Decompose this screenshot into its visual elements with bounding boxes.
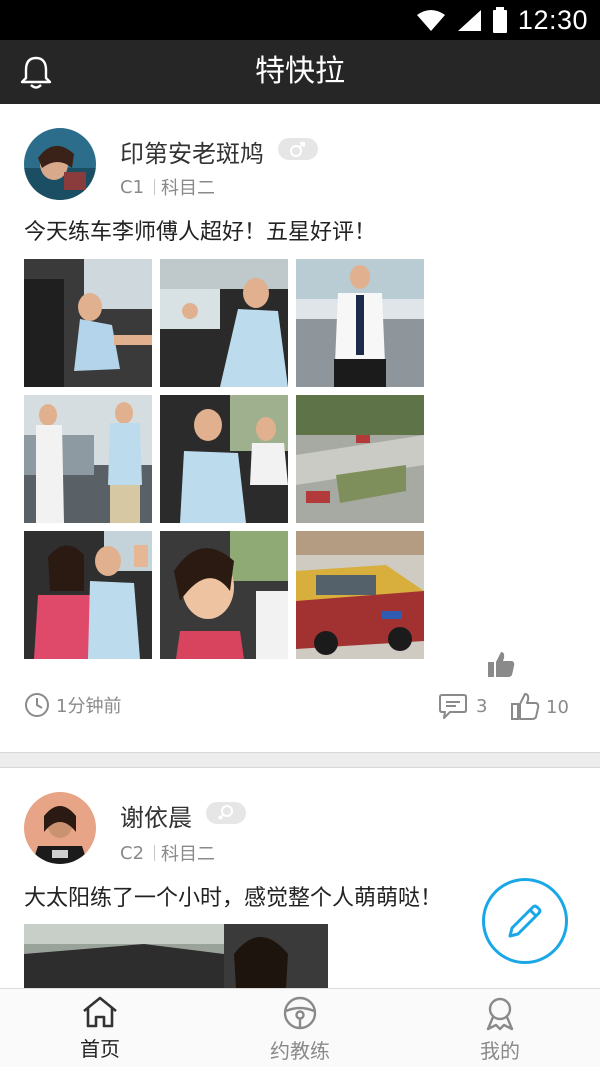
status-bar: 12:30	[0, 0, 600, 40]
avatar[interactable]	[24, 128, 96, 200]
license-info: C2 科目二	[120, 840, 215, 866]
avatar[interactable]	[24, 792, 96, 864]
post-time: 1分钟前	[24, 692, 121, 718]
home-icon	[83, 996, 117, 1028]
time-ago-label: 1分钟前	[56, 696, 122, 717]
post-photo[interactable]	[24, 924, 328, 988]
comment-count: 3	[476, 695, 488, 717]
photo-thumbs-up[interactable]	[160, 259, 288, 387]
tab-home-label: 首页	[80, 1037, 120, 1061]
photo-woman-smile[interactable]	[160, 531, 288, 659]
photo-man-standing[interactable]	[296, 259, 424, 387]
username[interactable]: 印第安老斑鸠	[120, 134, 264, 169]
post-text: 大太阳练了一个小时，感觉整个人萌萌哒！	[24, 886, 443, 911]
subject: 科目二	[161, 178, 216, 199]
app-title: 特快拉	[255, 54, 345, 89]
username[interactable]: 谢依晨	[120, 798, 192, 833]
wifi-icon	[416, 10, 445, 31]
comment-icon	[439, 694, 467, 719]
steering-wheel-icon	[283, 996, 317, 1030]
pencil-icon	[508, 904, 542, 938]
tab-coach-label: 约教练	[270, 1039, 330, 1063]
photo-training-ground[interactable]	[296, 395, 424, 523]
photo-two-men-car[interactable]	[24, 395, 152, 523]
bottom-tab-bar: 首页 约教练 我的	[0, 988, 600, 1067]
post-divider	[0, 752, 600, 768]
gender-badge	[278, 138, 318, 160]
subject: 科目二	[161, 844, 216, 865]
clock-icon	[25, 693, 49, 717]
photo-car-interior[interactable]	[24, 259, 152, 387]
post-actions: 1分钟前 3 10	[24, 692, 576, 722]
photo-passenger[interactable]	[160, 395, 288, 523]
like-button[interactable]: 10	[510, 692, 569, 722]
thumbs-up-filled-icon[interactable]	[486, 650, 516, 680]
post-text: 今天练车李师傅人超好！五星好评！	[24, 220, 377, 245]
license-type: C1	[120, 176, 145, 198]
post-card[interactable]: 印第安老斑鸠 C1 科目二 今天练车李师傅人超好！五星好评！ 1分钟前 3 10	[0, 104, 600, 752]
signal-icon	[457, 10, 481, 31]
compose-button[interactable]	[482, 878, 568, 964]
female-icon	[218, 805, 233, 820]
license-info: C1 科目二	[120, 174, 215, 200]
tab-coach[interactable]: 约教练	[200, 989, 400, 1067]
tab-me-label: 我的	[480, 1039, 520, 1063]
gender-badge	[206, 802, 246, 824]
status-time: 12:30	[517, 4, 588, 35]
like-count: 10	[546, 696, 569, 718]
photo-taxi[interactable]	[296, 531, 424, 659]
battery-icon	[492, 7, 507, 33]
photo-couple-wave[interactable]	[24, 531, 152, 659]
app-bar: 特快拉	[0, 40, 600, 104]
photo-grid	[24, 259, 424, 659]
license-type: C2	[120, 842, 145, 864]
thumbs-up-icon	[511, 693, 540, 720]
user-icon	[486, 997, 514, 1031]
male-icon	[290, 142, 305, 157]
tab-home[interactable]: 首页	[0, 989, 200, 1067]
feed[interactable]: 印第安老斑鸠 C1 科目二 今天练车李师傅人超好！五星好评！ 1分钟前 3 10…	[0, 104, 600, 988]
tab-me[interactable]: 我的	[400, 989, 600, 1067]
comment-button[interactable]: 3	[438, 692, 487, 720]
